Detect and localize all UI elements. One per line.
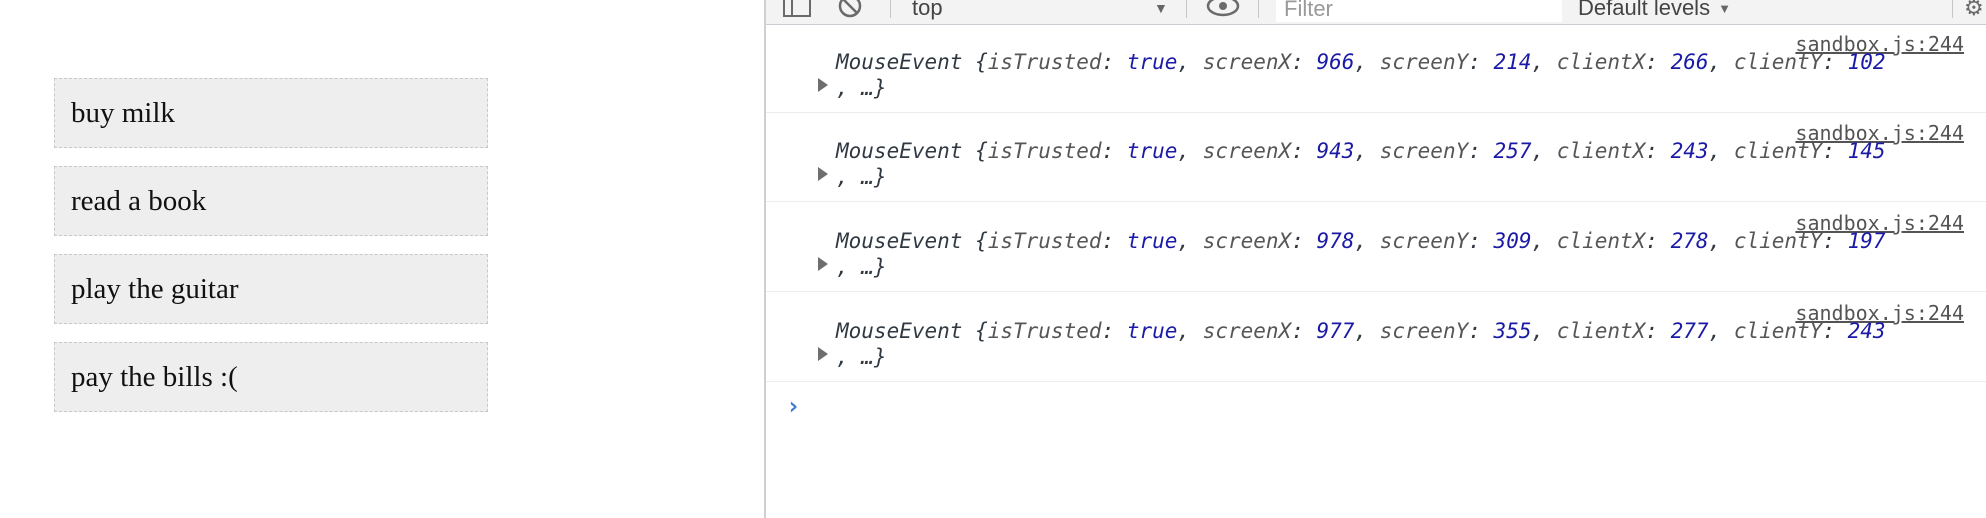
console-prompt[interactable]: › [786,392,800,420]
levels-dropdown[interactable]: Default levels ▼ [1578,0,1731,22]
chevron-down-icon: ▼ [1718,0,1731,16]
log-object-ellipsis: , …} [836,76,887,100]
app-pane: buy milk read a book play the guitar pay… [0,0,764,518]
dropdown-arrow-icon[interactable]: ▼ [1154,0,1168,22]
gear-icon[interactable]: ⚙ [1964,0,1984,22]
expand-triangle-icon[interactable] [818,257,828,271]
log-object-ellipsis: , …} [836,345,887,369]
clear-console-icon[interactable] [836,0,864,22]
console-message[interactable]: sandbox.js:244 MouseEvent {isTrusted: tr… [766,113,1986,202]
filter-input[interactable] [1276,0,1562,22]
todo-item[interactable]: read a book [54,166,488,236]
log-object-ellipsis: , …} [836,165,887,189]
toolbar-separator [1186,0,1187,18]
log-object-ellipsis: , …} [836,255,887,279]
sidebar-icon[interactable] [782,0,812,22]
expand-triangle-icon[interactable] [818,78,828,92]
console-message[interactable]: sandbox.js:244 MouseEvent {isTrusted: tr… [766,203,1986,292]
eye-icon[interactable] [1206,0,1240,22]
toolbar-separator [1258,0,1259,18]
expand-triangle-icon[interactable] [818,167,828,181]
levels-label: Default levels [1578,0,1711,20]
devtools-console-panel: top ▼ Default levels ▼ ⚙ sandbox.js:244 … [764,0,1986,518]
log-object: MouseEvent {isTrusted: true, screenX: 96… [836,50,1886,74]
todo-item[interactable]: buy milk [54,78,488,148]
todo-item[interactable]: pay the bills :( [54,342,488,412]
log-object: MouseEvent {isTrusted: true, screenX: 97… [836,319,1886,343]
todo-item[interactable]: play the guitar [54,254,488,324]
toolbar-separator [1952,0,1953,18]
log-object: MouseEvent {isTrusted: true, screenX: 94… [836,139,1886,163]
console-toolbar: top ▼ Default levels ▼ ⚙ [766,0,1986,25]
context-label: top [912,0,943,20]
expand-triangle-icon[interactable] [818,347,828,361]
context-selector[interactable]: top [912,0,943,22]
log-object: MouseEvent {isTrusted: true, screenX: 97… [836,229,1886,253]
console-message[interactable]: sandbox.js:244 MouseEvent {isTrusted: tr… [766,24,1986,113]
toolbar-separator [890,0,891,18]
console-message[interactable]: sandbox.js:244 MouseEvent {isTrusted: tr… [766,293,1986,382]
